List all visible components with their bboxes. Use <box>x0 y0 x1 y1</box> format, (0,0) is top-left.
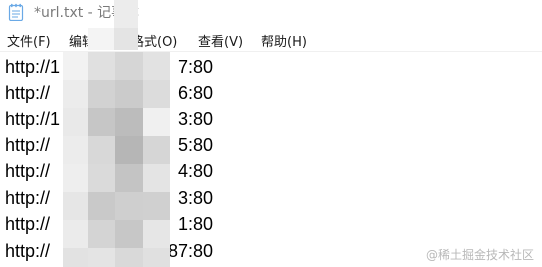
line-end-text: 6:80 <box>178 83 214 103</box>
menu-format[interactable]: 格式(O) <box>131 31 177 50</box>
line-end-text: 5:80 <box>178 135 214 155</box>
menu-help[interactable]: 帮助(H) <box>261 31 307 50</box>
line-start-text: http:// <box>5 161 51 181</box>
text-editor[interactable]: http://1 7:80 http:// 6:80 http://1 3:80… <box>0 52 542 267</box>
line-start-text: http:// <box>5 83 51 103</box>
line-end-text: 1:80 <box>178 214 214 234</box>
menu-edit[interactable]: 编辑(E) <box>69 31 113 50</box>
window-title: *url.txt - 记事本 <box>34 5 140 21</box>
line-start-text: http://1 <box>5 109 61 129</box>
line-start-text: http:// <box>5 214 51 234</box>
line-start-text: http://1 <box>5 57 61 77</box>
line-start-text: http:// <box>5 241 51 261</box>
menu-file[interactable]: 文件(F) <box>7 31 51 50</box>
line-end-text: 3:80 <box>178 109 214 129</box>
menu-bar: 文件(F) 编辑(E) 格式(O) 查看(V) 帮助(H) <box>0 30 542 52</box>
menu-view[interactable]: 查看(V) <box>198 31 243 50</box>
line-end-text: 4:80 <box>178 161 214 181</box>
line-start-text: http:// <box>5 135 51 155</box>
title-bar[interactable]: *url.txt - 记事本 <box>0 0 542 30</box>
line-start-text: http:// <box>5 188 51 208</box>
line-end-text: 7:80 <box>178 57 214 77</box>
watermark-text: @稀土掘金技术社区 <box>425 248 534 262</box>
line-end-text: 87:80 <box>168 241 214 261</box>
notepad-icon <box>8 3 24 22</box>
notepad-window: *url.txt - 记事本 文件(F) 编辑(E) 格式(O) 查看(V) 帮… <box>0 0 542 267</box>
line-end-text: 3:80 <box>178 188 214 208</box>
